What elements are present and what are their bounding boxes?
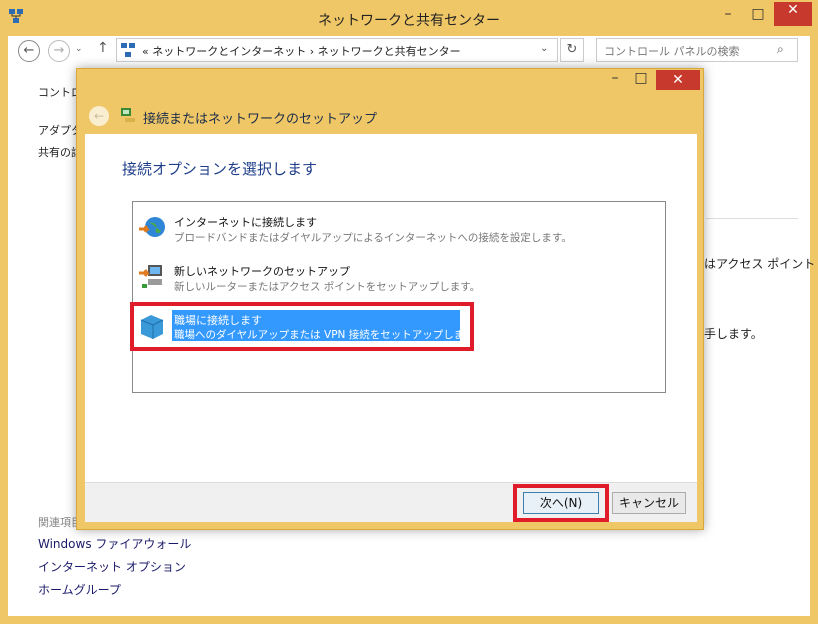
refresh-button[interactable]: ↻ bbox=[560, 38, 584, 62]
window-title: ネットワークと共有センター bbox=[318, 13, 500, 29]
link-homegroup[interactable]: ホームグループ bbox=[38, 581, 121, 598]
maximize-button[interactable]: □ bbox=[744, 6, 772, 26]
dialog-heading: 接続オプションを選択します bbox=[122, 160, 318, 178]
network-setup-icon bbox=[121, 108, 135, 122]
chevron-down-icon[interactable]: ⌄ bbox=[540, 43, 548, 54]
link-windows-firewall[interactable]: Windows ファイアウォール bbox=[38, 535, 191, 552]
breadcrumb[interactable]: « ネットワークとインターネット › ネットワークと共有センター bbox=[142, 43, 461, 59]
dialog-minimize-button[interactable]: – bbox=[604, 70, 626, 88]
search-placeholder: コントロール パネルの検索 bbox=[604, 45, 740, 58]
dialog-title: 接続またはネットワークのセットアップ bbox=[143, 112, 378, 127]
option-description[interactable]: 新しいルーターまたはアクセス ポイントをセットアップします。 bbox=[174, 279, 480, 294]
highlight-box bbox=[513, 484, 609, 522]
link-internet-options[interactable]: インターネット オプション bbox=[38, 558, 186, 575]
option-title[interactable]: 新しいネットワークのセットアップ bbox=[174, 263, 350, 279]
up-button[interactable]: ↑ bbox=[97, 40, 109, 56]
divider bbox=[706, 218, 798, 219]
control-panel-icon bbox=[121, 43, 135, 57]
globe-internet-icon bbox=[139, 217, 165, 237]
minimize-button[interactable]: – bbox=[714, 6, 742, 26]
network-setup-icon bbox=[139, 265, 162, 288]
content-text-fragment: はアクセス ポイント bbox=[704, 257, 816, 271]
dialog-close-button[interactable]: ✕ bbox=[656, 70, 700, 90]
option-title[interactable]: インターネットに接続します bbox=[174, 214, 317, 230]
forward-button[interactable]: → bbox=[48, 40, 70, 62]
cancel-button[interactable]: キャンセル bbox=[612, 492, 686, 514]
close-button[interactable]: ✕ bbox=[774, 2, 812, 26]
back-button[interactable]: ← bbox=[18, 40, 40, 62]
search-icon[interactable]: ⌕ bbox=[777, 42, 784, 57]
recent-locations-chevron-icon[interactable]: ⌄ bbox=[75, 44, 83, 54]
dialog-maximize-button[interactable]: □ bbox=[630, 70, 652, 88]
content-text-fragment: 手します。 bbox=[704, 327, 763, 341]
dialog-back-button[interactable]: ← bbox=[89, 106, 109, 126]
highlight-box bbox=[130, 302, 474, 351]
option-description[interactable]: ブロードバンドまたはダイヤルアップによるインターネットへの接続を設定します。 bbox=[174, 230, 572, 245]
